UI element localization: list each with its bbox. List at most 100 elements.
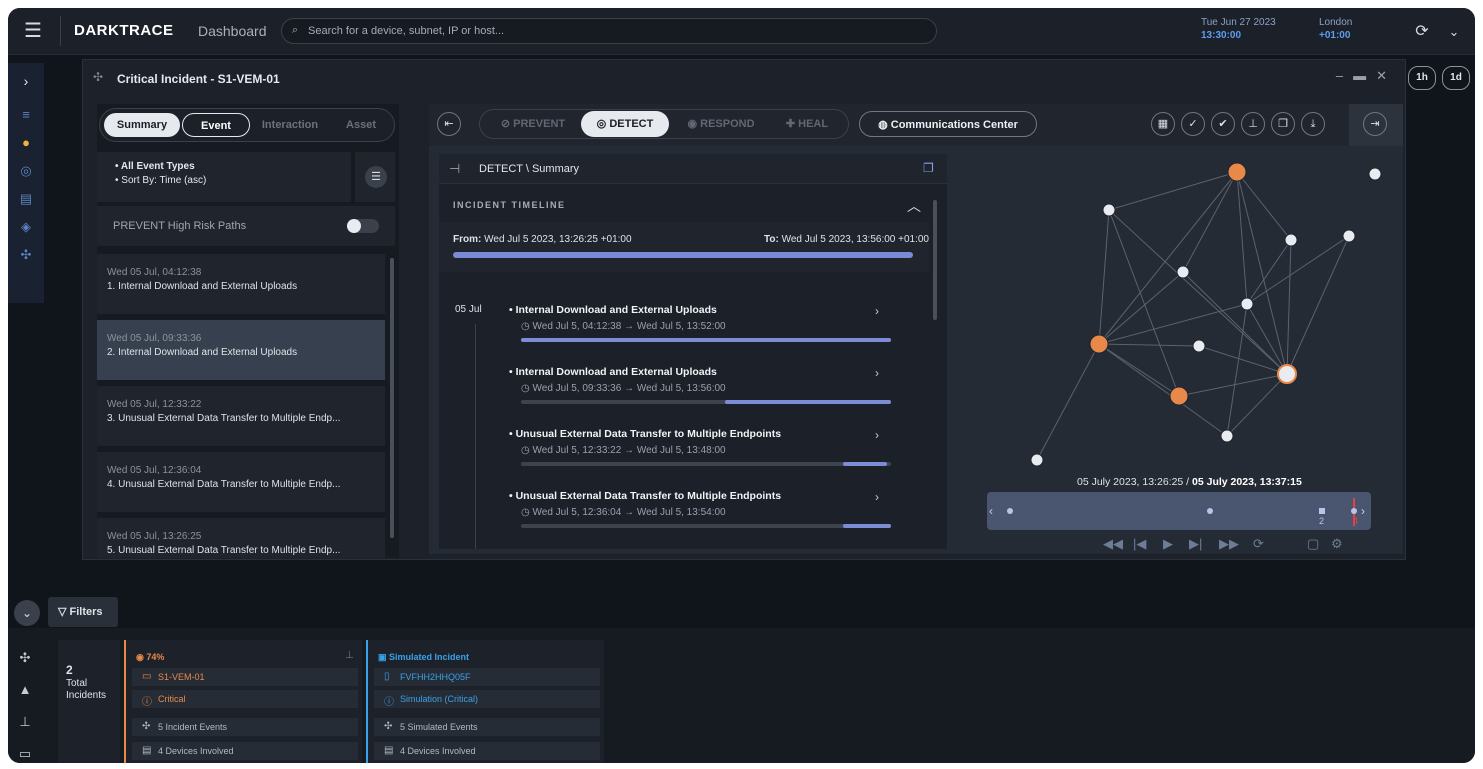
filters-tab[interactable]: ▽ Filters (48, 597, 118, 627)
event-item[interactable]: Wed 05 Jul, 12:36:04 4. Unusual External… (97, 452, 385, 512)
graph-node[interactable] (1102, 203, 1116, 217)
timeline-item[interactable]: • Unusual External Data Transfer to Mult… (509, 490, 891, 540)
timezone-display[interactable]: London +01:00 (1319, 16, 1399, 48)
minimize-icon[interactable]: – (1336, 68, 1353, 83)
step-back-icon[interactable]: |◀ (1133, 536, 1146, 552)
warning-icon[interactable]: ▲ (8, 682, 42, 697)
tab-respond[interactable]: ◉ RESPOND (673, 111, 769, 137)
chevron-down-icon[interactable]: ⌄ (1440, 18, 1468, 46)
pin-icon[interactable]: ⊥ (1241, 112, 1265, 136)
event-item[interactable]: Wed 05 Jul, 04:12:38 1. Internal Downloa… (97, 254, 385, 314)
graph-node[interactable] (1220, 429, 1234, 443)
step-forward-icon[interactable]: ▶| (1189, 536, 1202, 552)
hamburger-menu-icon[interactable]: ☰ (18, 18, 48, 44)
copy-icon[interactable]: ❐ (923, 161, 934, 175)
chevron-right-icon[interactable]: › (875, 490, 879, 504)
expand-right-icon[interactable]: ⇥ (1363, 112, 1387, 136)
timeline-item[interactable]: • Internal Download and External Uploads… (509, 304, 891, 354)
event-item-selected[interactable]: Wed 05 Jul, 09:33:36 2. Internal Downloa… (97, 320, 385, 380)
incident-card-simulated[interactable]: ▣ Simulated Incident ▯ FVFHH2HHQ05F ⓘ Simu… (366, 640, 604, 763)
double-check-icon[interactable]: ✔ (1211, 112, 1235, 136)
tab-detect[interactable]: ◎ DETECT (581, 111, 669, 137)
chevron-right-icon[interactable]: › (875, 304, 879, 318)
timeline-item[interactable]: • Unusual External Data Transfer to Mult… (509, 428, 891, 478)
collapse-left-icon[interactable]: ⇤ (437, 112, 461, 136)
nav-dashboard[interactable]: Dashboard (198, 23, 267, 39)
scrub-marker[interactable] (1351, 508, 1357, 514)
scrub-prev-icon[interactable]: ‹ (989, 504, 993, 518)
network-graph[interactable]: 05 July 2023, 13:26:25 / 05 July 2023, 1… (957, 154, 1403, 551)
download-icon[interactable]: ⤓ (1301, 112, 1325, 136)
copy-icon[interactable]: ❐ (1271, 112, 1295, 136)
event-item[interactable]: Wed 05 Jul, 12:33:22 3. Unusual External… (97, 386, 385, 446)
check-icon[interactable]: ✓ (1181, 112, 1205, 136)
graph-node[interactable] (1277, 364, 1297, 384)
network-icon[interactable]: ✣ (8, 247, 44, 263)
play-icon[interactable]: ▶ (1163, 536, 1173, 552)
date-display[interactable]: Tue Jun 27 2023 13:30:00 (1201, 16, 1311, 48)
graph-node[interactable] (1368, 167, 1382, 181)
graph-node[interactable] (1192, 339, 1206, 353)
detect-panel: ⇤ ⊘ PREVENT ◎ DETECT ◉ RESPOND ✚ HEAL ◍ … (429, 104, 1403, 554)
tab-interaction[interactable]: Interaction (252, 113, 328, 137)
laptop-icon: ▭ (142, 671, 152, 682)
maximize-icon[interactable]: ▬ (1353, 68, 1376, 83)
tab-heal[interactable]: ✚ HEAL (769, 111, 845, 137)
graph-node[interactable] (1089, 334, 1109, 354)
target-icon[interactable]: ◎ (8, 163, 44, 179)
event-list-scrollbar[interactable] (390, 258, 394, 538)
graph-node[interactable] (1030, 453, 1044, 467)
rewind-icon[interactable]: ◀◀ (1103, 536, 1123, 552)
user-icon[interactable]: ● (8, 135, 44, 150)
event-filters[interactable]: • All Event Types • Sort By: Time (asc) (97, 152, 351, 202)
scrub-marker[interactable] (1207, 508, 1213, 514)
filter-event-types: All Event Types (120, 161, 195, 172)
chevron-right-icon[interactable]: › (875, 428, 879, 442)
fast-forward-icon[interactable]: ▶▶ (1219, 536, 1239, 552)
event-item[interactable]: Wed 05 Jul, 13:26:25 5. Unusual External… (97, 518, 385, 558)
graph-node[interactable] (1169, 386, 1189, 406)
shield-icon[interactable]: ◈ (8, 219, 44, 235)
chevron-right-icon[interactable]: › (875, 366, 879, 380)
graph-node[interactable] (1240, 297, 1254, 311)
tab-asset[interactable]: Asset (330, 113, 392, 137)
graph-node[interactable] (1342, 229, 1356, 243)
fullscreen-icon[interactable]: ▢ (1307, 536, 1319, 552)
pin-icon[interactable]: ⊥ (345, 650, 354, 661)
tab-summary[interactable]: Summary (104, 113, 180, 137)
close-icon[interactable]: ✕ (1376, 68, 1397, 83)
incident-card-critical[interactable]: ◉ 74% ⊥ ▭ S1-VEM-01 ⓘ Critical ✣ 5 Incident… (124, 640, 362, 763)
chevron-up-icon[interactable]: ︿ (907, 196, 921, 216)
chevron-down-icon[interactable]: ⌄ (14, 600, 40, 626)
chart-icon[interactable]: ▤ (8, 191, 44, 207)
chart-icon[interactable]: ▭ (8, 746, 42, 762)
scrub-marker[interactable] (1007, 508, 1013, 514)
timeline-header[interactable]: INCIDENT TIMELINE ︿ (439, 188, 929, 218)
range-1d-button[interactable]: 1d (1442, 66, 1470, 90)
network-graph-svg[interactable] (957, 154, 1403, 474)
graph-node[interactable] (1176, 265, 1190, 279)
timeline-item[interactable]: • Internal Download and External Uploads… (509, 366, 891, 416)
graph-node[interactable] (1227, 162, 1247, 182)
scrub-marker[interactable] (1319, 508, 1325, 514)
timeline-scrollbar[interactable] (933, 200, 937, 320)
graph-node[interactable] (1284, 233, 1298, 247)
range-1h-button[interactable]: 1h (1408, 66, 1436, 90)
list-icon[interactable]: ≡ (8, 107, 44, 122)
timeline-item-dates: ◷ Wed Jul 5, 12:36:04 → Wed Jul 5, 13:54… (521, 507, 726, 518)
high-risk-paths-toggle[interactable] (347, 219, 379, 233)
expand-nav-icon[interactable]: › (8, 73, 44, 89)
reload-icon[interactable]: ⟳ (1253, 536, 1264, 552)
search-input[interactable]: ⌕ Search for a device, subnet, IP or hos… (281, 18, 937, 44)
network-icon[interactable]: ✣ (8, 650, 42, 666)
tab-event[interactable]: Event (182, 113, 250, 137)
communications-center-button[interactable]: ◍ Communications Center (859, 111, 1037, 137)
grid-icon[interactable]: ▦ (1151, 112, 1175, 136)
filter-settings-button[interactable]: ☰ (355, 152, 395, 202)
settings-icon[interactable]: ⚙ (1331, 536, 1343, 552)
pin-icon[interactable]: ⊥ (8, 714, 42, 730)
refresh-icon[interactable]: ⟳ (1408, 18, 1436, 46)
tab-prevent[interactable]: ⊘ PREVENT (485, 111, 581, 137)
scrub-next-icon[interactable]: › (1361, 504, 1365, 518)
timeline-scrubber[interactable]: ‹ 2 4 › (987, 492, 1371, 530)
